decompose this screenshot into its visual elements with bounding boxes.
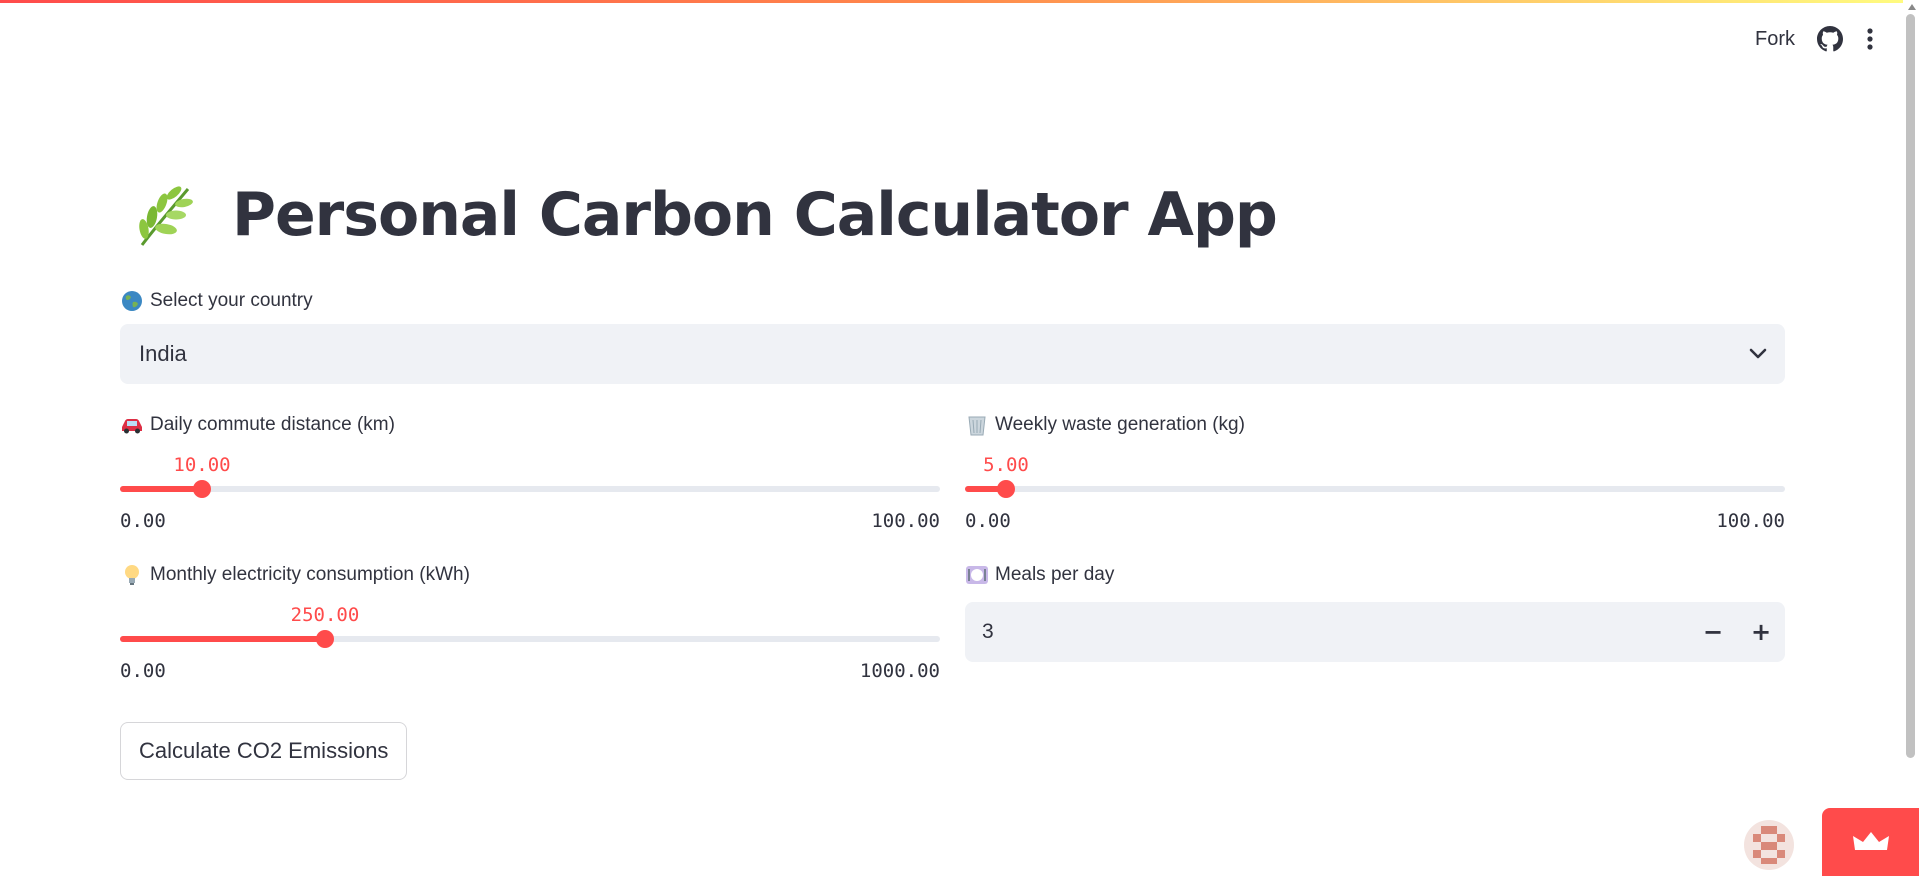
calculate-button[interactable]: Calculate CO2 Emissions: [120, 722, 408, 780]
wastebasket-icon: [965, 413, 989, 437]
right-column: Weekly waste generation (kg) 5.00 0.00 1…: [965, 412, 1785, 780]
title-row: Personal Carbon Calculator App: [120, 170, 1785, 260]
fork-button[interactable]: Fork: [1755, 28, 1795, 51]
meals-decrement-button[interactable]: −: [1689, 602, 1737, 662]
commute-label-row: Daily commute distance (km): [120, 412, 940, 438]
chevron-down-icon: [1749, 348, 1767, 359]
car-icon: [120, 413, 144, 437]
country-label-row: Select your country: [120, 288, 1785, 314]
light-bulb-icon: [120, 563, 144, 587]
waste-min: 0.00: [965, 510, 1011, 532]
meals-label: Meals per day: [995, 564, 1115, 585]
country-label: Select your country: [150, 290, 313, 311]
meals-label-row: Meals per day: [965, 562, 1785, 588]
electricity-field: Monthly electricity consumption (kWh) 25…: [120, 562, 940, 692]
commute-slider-track[interactable]: [120, 480, 940, 498]
commute-label: Daily commute distance (km): [150, 414, 395, 435]
country-field: Select your country India: [120, 288, 1785, 384]
streamlit-badge[interactable]: [1822, 808, 1919, 876]
github-icon[interactable]: [1817, 26, 1843, 52]
plate-icon: [965, 563, 989, 587]
meals-number-input[interactable]: 3 − +: [965, 602, 1785, 662]
commute-min: 0.00: [120, 510, 166, 532]
electricity-max: 1000.00: [859, 660, 940, 682]
scrollbar-thumb[interactable]: [1906, 14, 1915, 758]
top-accent-stripe: [0, 0, 1919, 3]
electricity-slider-thumb[interactable]: [316, 630, 334, 648]
page-scrollbar[interactable]: [1903, 0, 1919, 876]
more-vertical-icon[interactable]: [1865, 27, 1875, 51]
electricity-slider[interactable]: 250.00 0.00 1000.00: [120, 604, 940, 692]
waste-label: Weekly waste generation (kg): [995, 414, 1245, 435]
electricity-label-row: Monthly electricity consumption (kWh): [120, 562, 940, 588]
commute-max: 100.00: [871, 510, 940, 532]
herb-icon: [139, 186, 193, 246]
commute-slider-fill: [120, 486, 202, 492]
waste-slider-thumb[interactable]: [997, 480, 1015, 498]
waste-label-row: Weekly waste generation (kg): [965, 412, 1785, 438]
electricity-label: Monthly electricity consumption (kWh): [150, 564, 470, 585]
country-selected-value: India: [139, 341, 187, 366]
commute-slider-thumb[interactable]: [193, 480, 211, 498]
electricity-min: 0.00: [120, 660, 166, 682]
waste-field: Weekly waste generation (kg) 5.00 0.00 1…: [965, 412, 1785, 542]
page-title: Personal Carbon Calculator App: [232, 180, 1278, 250]
inputs-grid: Daily commute distance (km) 10.00 0.00 1…: [120, 412, 1785, 780]
waste-value: 5.00: [983, 454, 1029, 476]
electricity-value: 250.00: [290, 604, 360, 626]
waste-slider-track[interactable]: [965, 480, 1785, 498]
electricity-slider-fill: [120, 636, 325, 642]
meals-value[interactable]: 3: [982, 620, 1689, 644]
commute-field: Daily commute distance (km) 10.00 0.00 1…: [120, 412, 940, 542]
country-select[interactable]: India: [120, 324, 1785, 384]
meals-increment-button[interactable]: +: [1737, 602, 1785, 662]
waste-max: 100.00: [1716, 510, 1785, 532]
commute-slider[interactable]: 10.00 0.00 100.00: [120, 454, 940, 542]
main-content: Personal Carbon Calculator App Select yo…: [120, 170, 1785, 780]
avatar[interactable]: [1744, 820, 1794, 870]
electricity-slider-track[interactable]: [120, 630, 940, 648]
crown-icon: [1852, 832, 1889, 850]
meals-field: Meals per day 3 − +: [965, 562, 1785, 662]
header-toolbar: Fork: [1755, 26, 1875, 52]
commute-value: 10.00: [173, 454, 231, 476]
pixel-avatar-icon: [1753, 826, 1785, 864]
left-column: Daily commute distance (km) 10.00 0.00 1…: [120, 412, 940, 780]
scroll-up-icon[interactable]: [1908, 4, 1916, 10]
globe-icon: [120, 289, 144, 313]
waste-slider[interactable]: 5.00 0.00 100.00: [965, 454, 1785, 542]
